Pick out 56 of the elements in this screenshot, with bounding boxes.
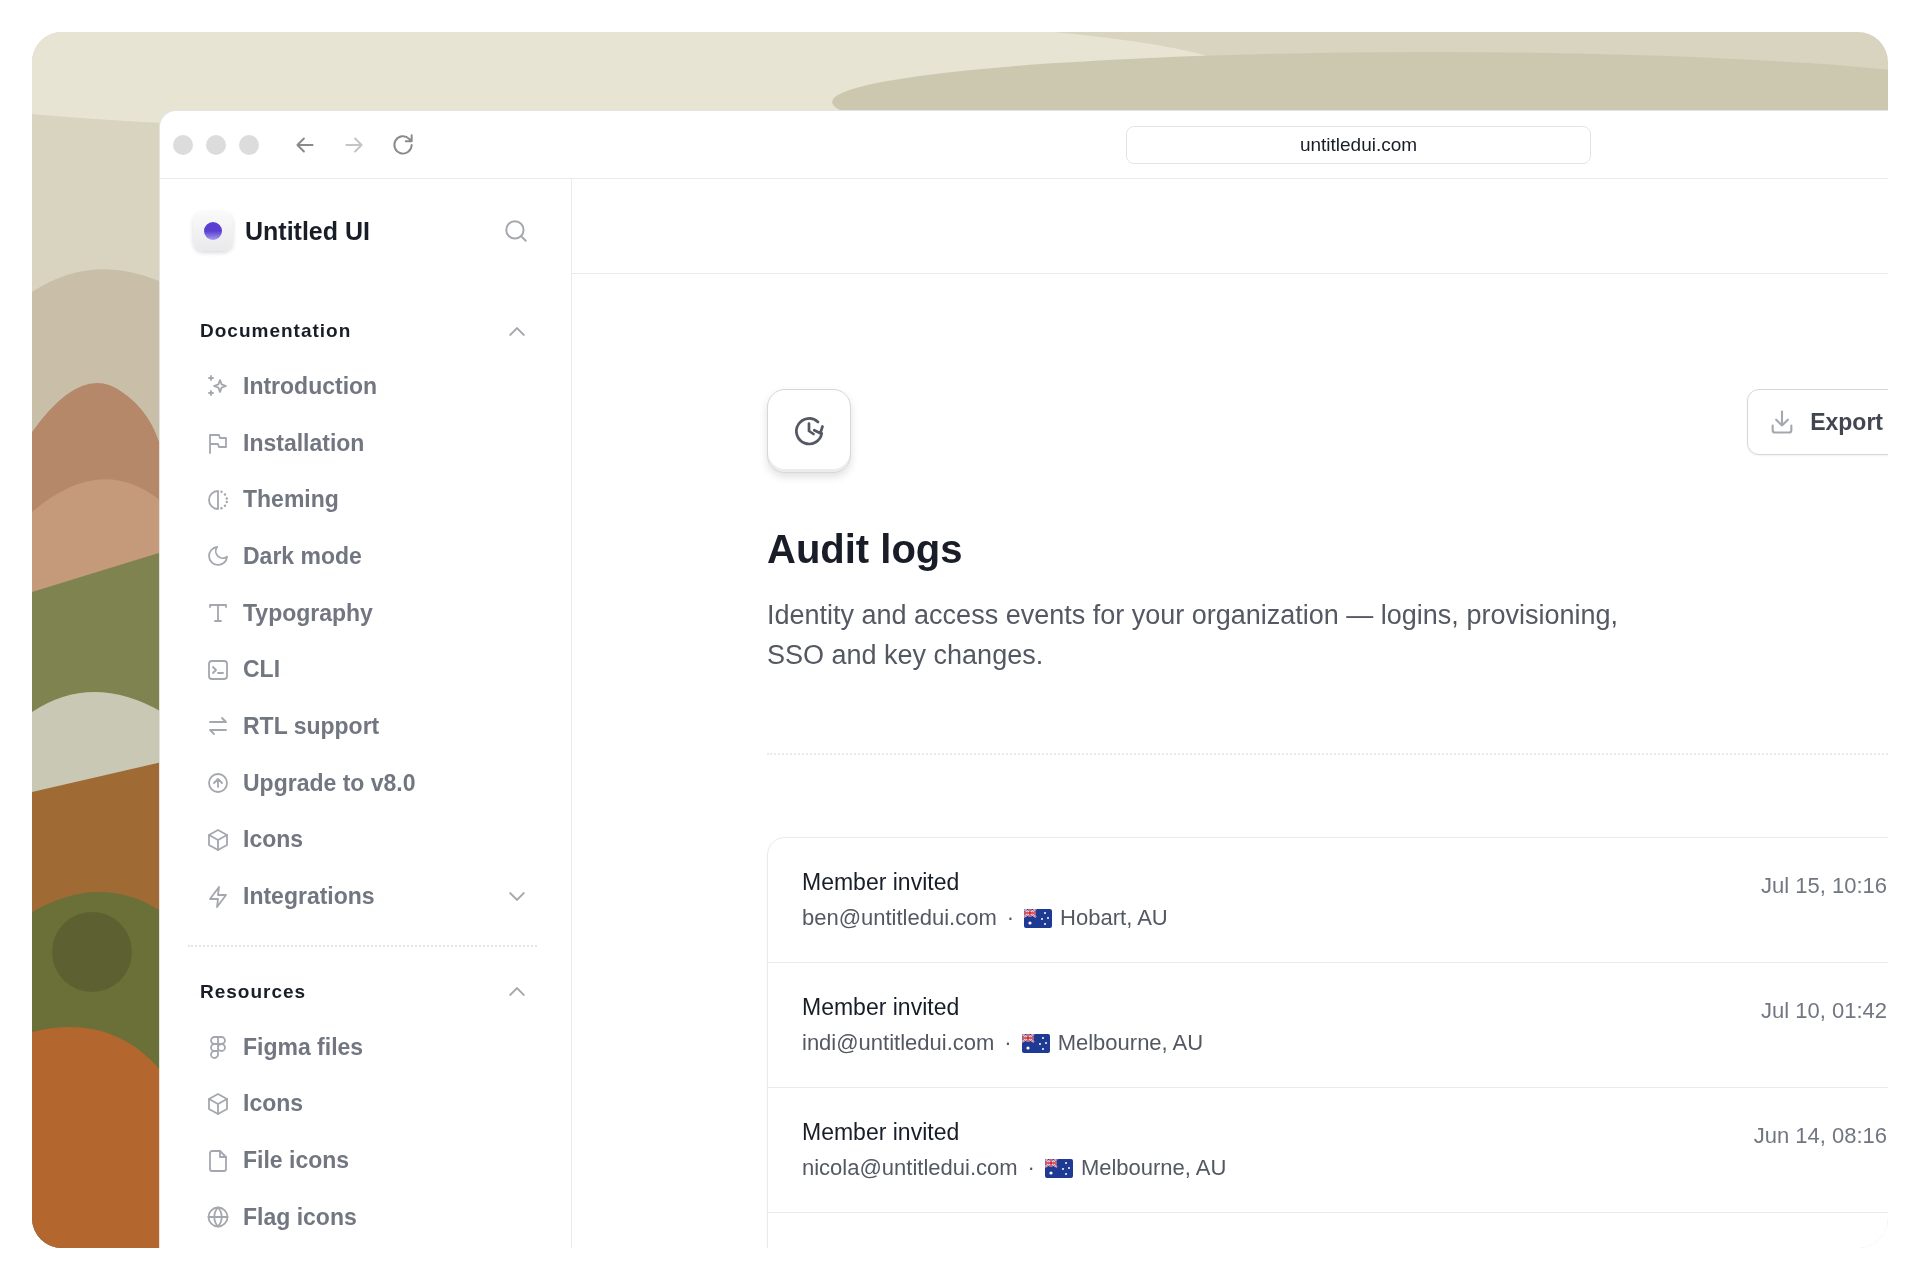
reload-icon[interactable] <box>390 131 416 158</box>
sidebar-item[interactable]: RTL support <box>188 698 537 755</box>
sidebar-item[interactable]: Figma files <box>188 1018 537 1076</box>
sidebar-item[interactable]: Typography <box>188 584 537 642</box>
section-header[interactable]: Resources <box>188 976 537 1007</box>
event-title: Member invited <box>802 868 961 896</box>
separator-dot: · <box>1027 1154 1035 1182</box>
event-location: Melbourne, AU <box>1080 1154 1227 1182</box>
event-email: ben@untitledui.com <box>802 904 997 932</box>
flag-icon <box>206 431 230 456</box>
half-circle-icon <box>206 487 230 512</box>
terminal-icon <box>206 657 230 682</box>
export-button[interactable]: Export <box>1747 389 1888 455</box>
sidebar-item[interactable]: Installation <box>188 414 537 472</box>
window-control[interactable] <box>173 134 193 155</box>
cube-icon <box>206 1091 230 1116</box>
sparkle-icon <box>206 374 230 399</box>
flag-icon <box>1024 908 1053 928</box>
logo-icon <box>193 211 233 251</box>
page-description: Identity and access events for your organization — logins, provisioning, SSO and key changes. <box>767 599 1619 672</box>
lightning-icon <box>206 884 230 909</box>
sidebar-item[interactable]: Upgrade to v8.0 <box>188 754 537 812</box>
cube-icon <box>206 827 230 852</box>
file-icon <box>206 1148 230 1173</box>
sidebar-item[interactable]: File icons <box>188 1132 537 1189</box>
globe-icon <box>206 1205 230 1230</box>
page-title: Audit logs <box>767 526 964 573</box>
sidebar-item[interactable]: Dark mode <box>188 528 537 585</box>
event-location: Hobart, AU <box>1060 904 1168 932</box>
arrow-up-circle-icon <box>206 771 230 796</box>
sidebar-item[interactable]: Icons <box>188 1075 537 1133</box>
sidebar-item[interactable]: Introduction <box>188 358 537 415</box>
sidebar-item[interactable]: Flag icons <box>188 1188 537 1246</box>
brand-name: Untitled UI <box>245 216 371 246</box>
event-title: Member invited <box>802 993 961 1021</box>
event-email: nicola@untitledui.com <box>802 1154 1018 1182</box>
search-icon[interactable] <box>503 218 529 244</box>
separator-dot: · <box>1006 904 1015 932</box>
event-time: Jul 10, 01:42 <box>1761 997 1887 1025</box>
event-time: Jul 15, 10:16 <box>1761 872 1887 900</box>
flag-icon <box>1044 1158 1073 1178</box>
sidebar-item[interactable]: Icons <box>188 811 537 869</box>
sidebar-item[interactable]: Integrations <box>188 868 537 925</box>
sidebar-item[interactable]: CLI <box>188 641 537 699</box>
flag-icon <box>1021 1033 1050 1053</box>
section-header[interactable]: Documentation <box>188 316 537 346</box>
moon-icon <box>206 544 230 569</box>
address-bar[interactable]: untitledui.com <box>1126 125 1591 164</box>
event-title: Member invited <box>802 1118 961 1146</box>
sidebar-item[interactable]: Theming <box>188 471 537 529</box>
separator-dot: · <box>1004 1029 1012 1057</box>
window-control[interactable] <box>206 134 226 155</box>
event-time: Jun 14, 08:16 <box>1753 1122 1887 1150</box>
event-location: Melbourne, AU <box>1057 1029 1204 1057</box>
event-email: indi@untitledui.com <box>802 1029 995 1057</box>
window-control[interactable] <box>239 134 259 155</box>
